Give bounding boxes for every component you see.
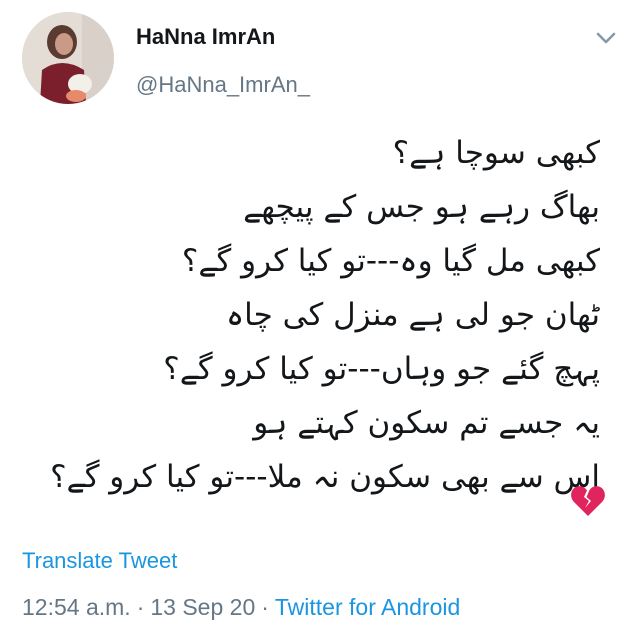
avatar[interactable]	[22, 12, 114, 104]
meta-separator: ·	[261, 594, 269, 620]
meta-separator: ·	[136, 594, 145, 620]
tweet-line: اس سے بھی سکون نہ ملا---تو کیا کرو گے؟	[50, 459, 600, 495]
tweet-line: یہ جسے تم سکون کہتے ہو	[253, 405, 600, 441]
translate-tweet-link[interactable]: Translate Tweet	[22, 548, 177, 574]
author-handle[interactable]: @HaNna_ImrAn_	[136, 72, 310, 98]
tweet-menu-chevron-icon[interactable]	[594, 28, 618, 48]
tweet-line: ٹھان جو لی ہے منزل کی چاہ	[226, 297, 600, 333]
tweet-line: پہچ گئے جو وہاں---تو کیا کرو گے؟	[163, 351, 600, 387]
tweet-line: بھاگ رہے ہو جس کے پیچھے	[243, 189, 600, 225]
tweet-text: کبھی سوچا ہے؟ بھاگ رہے ہو جس کے پیچھے کب…	[40, 126, 600, 504]
tweet-meta: 12:54 a.m. · 13 Sep 20 · Twitter for Android	[22, 594, 460, 621]
tweet-time[interactable]: 12:54 a.m.	[22, 594, 131, 620]
tweet-source-link[interactable]: Twitter for Android	[275, 594, 460, 620]
tweet-line: کبھی سوچا ہے؟	[392, 135, 600, 171]
broken-heart-icon	[570, 484, 606, 518]
tweet-line: کبھی مل گیا وہ---تو کیا کرو گے؟	[181, 243, 600, 279]
avatar-photo	[22, 12, 114, 104]
author-display-name[interactable]: HaNna ImrAn	[136, 24, 275, 50]
tweet-date[interactable]: 13 Sep 20	[150, 594, 255, 620]
